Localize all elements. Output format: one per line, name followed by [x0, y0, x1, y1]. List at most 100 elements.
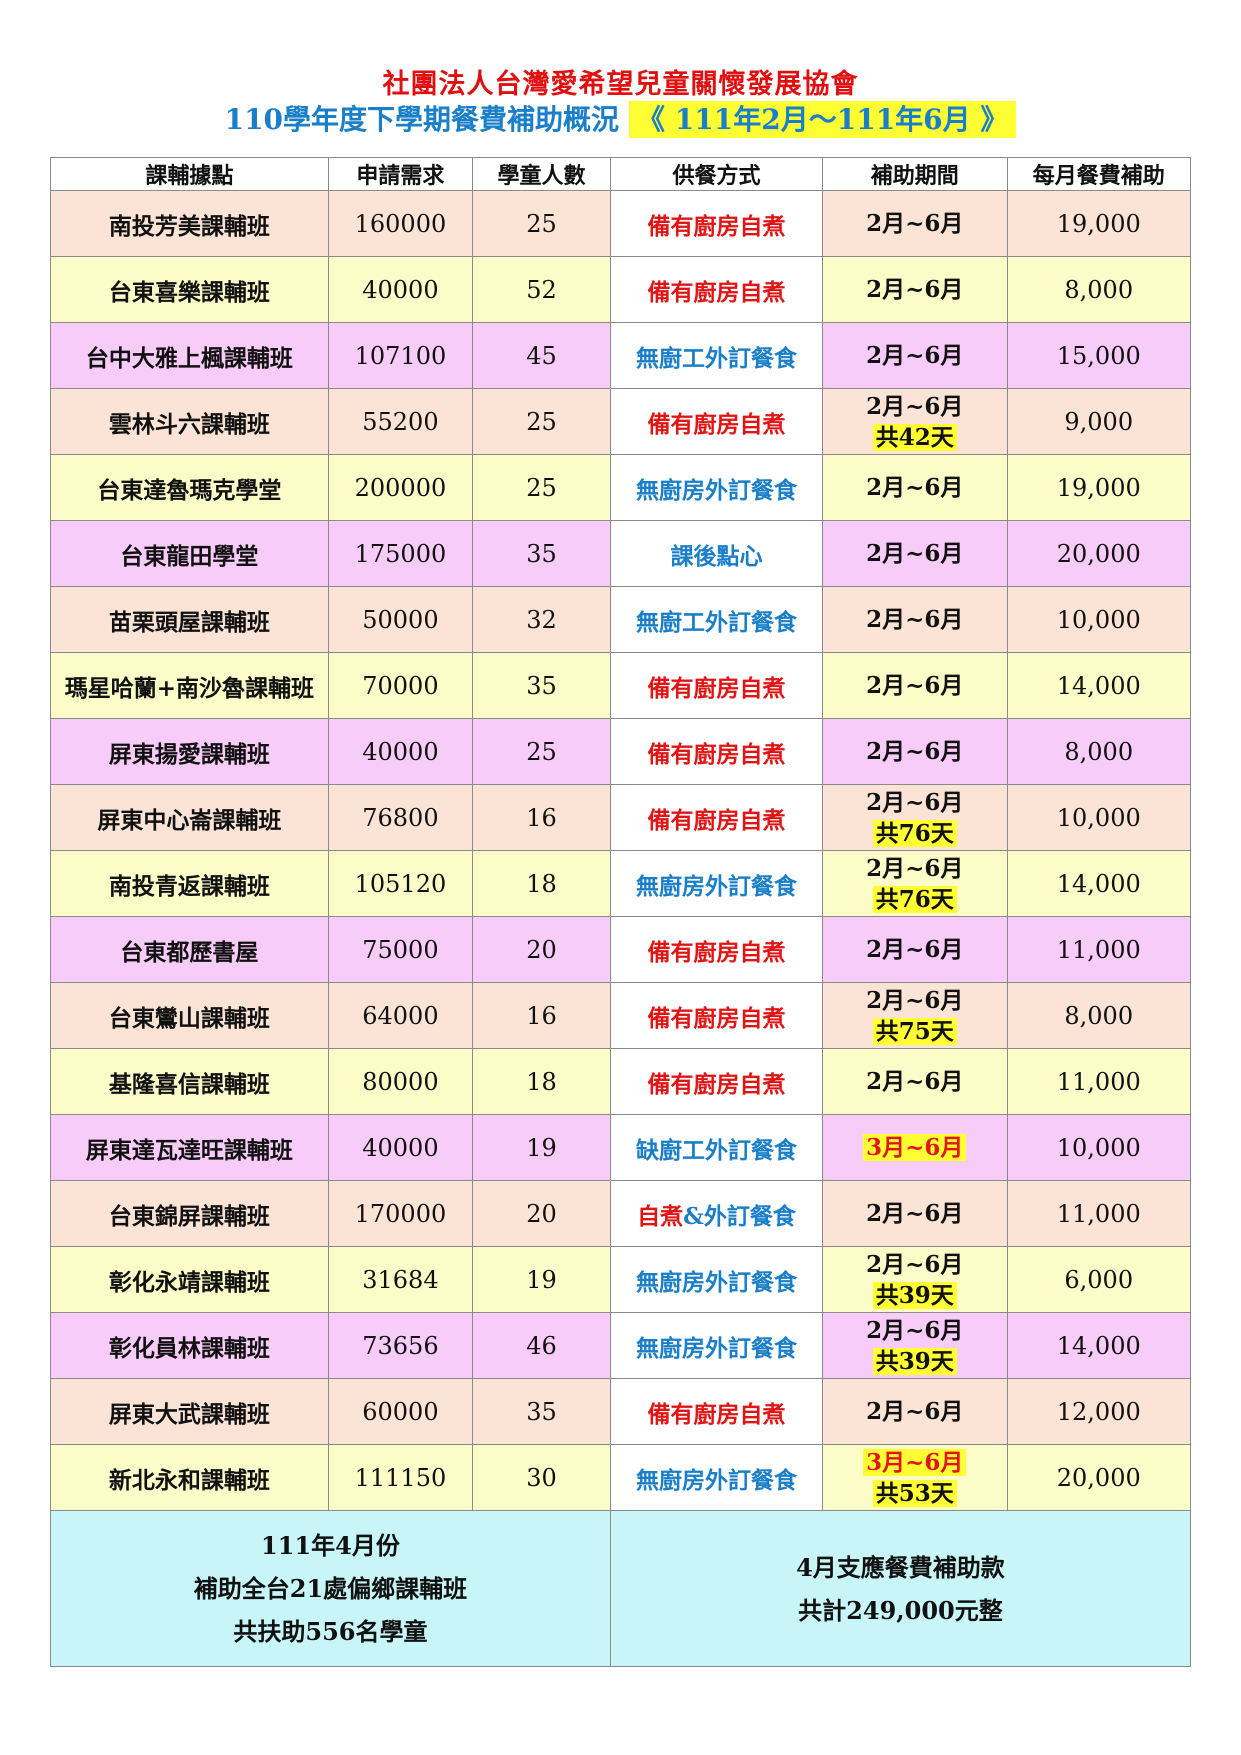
cell-period: 2月~6月	[821, 454, 1008, 521]
cell-meal: 自煮&外訂餐食	[609, 1180, 823, 1247]
table-row: 台東鸞山課輔班 64000 16 備有廚房自煮 2月~6月 共75天 8,000	[50, 982, 1191, 1049]
cell-students: 35	[472, 520, 611, 587]
meal-method: 缺廚工外訂餐食	[635, 1136, 797, 1164]
cell-monthly: 14,000	[1006, 652, 1191, 719]
cell-students: 20	[472, 1180, 611, 1247]
cell-students: 20	[472, 916, 611, 983]
cell-students: 30	[472, 1444, 611, 1511]
cell-site: 台東達魯瑪克學堂	[50, 454, 329, 521]
period-range: 2月~6月	[866, 342, 964, 369]
cell-period: 2月~6月	[821, 1180, 1008, 1247]
period-range: 2月~6月	[866, 738, 964, 765]
period-range: 2月~6月	[866, 936, 964, 963]
meal-part-order: &外訂餐食	[683, 1202, 796, 1230]
cell-period: 2月~6月 共42天	[821, 388, 1008, 455]
table-row: 新北永和課輔班 111150 30 無廚房外訂餐食 3月~6月 共53天 20,000	[50, 1444, 1191, 1511]
cell-meal: 備有廚房自煮	[609, 982, 823, 1049]
cell-period: 2月~6月 共39天	[821, 1312, 1008, 1379]
meal-method: 備有廚房自煮	[647, 212, 786, 240]
cell-students: 16	[472, 784, 611, 851]
summary-row: 111年4月份 補助全台21處偏鄉課輔班 共扶助556名學童 4月支應餐費補助款…	[50, 1510, 1192, 1667]
cell-students: 46	[472, 1312, 611, 1379]
table-row: 基隆喜信課輔班 80000 18 備有廚房自煮 2月~6月 11,000	[50, 1048, 1191, 1115]
cell-request: 55200	[327, 388, 474, 455]
cell-request: 60000	[327, 1378, 474, 1445]
meal-method: 備有廚房自煮	[647, 410, 786, 438]
table-row: 雲林斗六課輔班 55200 25 備有廚房自煮 2月~6月 共42天 9,000	[50, 388, 1191, 455]
cell-monthly: 10,000	[1006, 586, 1191, 653]
col-header-request: 申請需求	[327, 157, 474, 191]
cell-site: 彰化永靖課輔班	[50, 1246, 329, 1313]
cell-request: 107100	[327, 322, 474, 389]
cell-site: 台東都歷書屋	[50, 916, 329, 983]
cell-site: 雲林斗六課輔班	[50, 388, 329, 455]
summary-month: 111年4月份	[261, 1531, 400, 1560]
cell-request: 73656	[327, 1312, 474, 1379]
cell-meal: 無廚房外訂餐食	[609, 1246, 823, 1313]
cell-monthly: 10,000	[1006, 1114, 1191, 1181]
cell-monthly: 9,000	[1006, 388, 1191, 455]
summary-students: 共扶助556名學童	[233, 1617, 428, 1646]
cell-monthly: 8,000	[1006, 256, 1191, 323]
table-row: 屏東大武課輔班 60000 35 備有廚房自煮 2月~6月 12,000	[50, 1378, 1191, 1445]
table-row: 屏東揚愛課輔班 40000 25 備有廚房自煮 2月~6月 8,000	[50, 718, 1191, 785]
cell-request: 170000	[327, 1180, 474, 1247]
cell-students: 19	[472, 1114, 611, 1181]
cell-meal: 無廚房外訂餐食	[609, 850, 823, 917]
cell-request: 111150	[327, 1444, 474, 1511]
cell-period: 3月~6月	[821, 1114, 1008, 1181]
cell-period: 2月~6月	[821, 718, 1008, 785]
cell-request: 76800	[327, 784, 474, 851]
cell-meal: 備有廚房自煮	[609, 718, 823, 785]
meal-method: 備有廚房自煮	[647, 674, 786, 702]
meal-method: 無廚工外訂餐食	[635, 344, 797, 372]
table-row: 屏東達瓦達旺課輔班 40000 19 缺廚工外訂餐食 3月~6月 10,000	[50, 1114, 1191, 1181]
report-title: 110學年度下學期餐費補助概況《 111年2月～111年6月 》	[0, 98, 1241, 138]
cell-site: 南投青返課輔班	[50, 850, 329, 917]
meal-method: 備有廚房自煮	[647, 278, 786, 306]
cell-meal: 備有廚房自煮	[609, 1378, 823, 1445]
meal-method: 無廚房外訂餐食	[635, 1466, 797, 1494]
cell-monthly: 14,000	[1006, 1312, 1191, 1379]
summary-right: 4月支應餐費補助款 共計249,000元整	[609, 1510, 1192, 1667]
meal-method: 課後點心	[670, 542, 763, 570]
meal-method: 備有廚房自煮	[647, 806, 786, 834]
cell-request: 80000	[327, 1048, 474, 1115]
cell-site: 基隆喜信課輔班	[50, 1048, 329, 1115]
col-header-site: 課輔據點	[50, 157, 329, 191]
cell-monthly: 8,000	[1006, 982, 1191, 1049]
table-header-row: 課輔據點 申請需求 學童人數 供餐方式 補助期間 每月餐費補助	[50, 157, 1191, 191]
period-range: 2月~6月	[866, 540, 964, 567]
cell-site: 彰化員林課輔班	[50, 1312, 329, 1379]
cell-students: 45	[472, 322, 611, 389]
period-range: 2月~6月	[866, 1250, 964, 1278]
cell-meal: 備有廚房自煮	[609, 1048, 823, 1115]
cell-period: 2月~6月 共76天	[821, 784, 1008, 851]
cell-monthly: 15,000	[1006, 322, 1191, 389]
cell-meal: 無廚房外訂餐食	[609, 1444, 823, 1511]
cell-period: 2月~6月	[821, 652, 1008, 719]
cell-students: 16	[472, 982, 611, 1049]
cell-monthly: 8,000	[1006, 718, 1191, 785]
cell-monthly: 19,000	[1006, 454, 1191, 521]
cell-request: 70000	[327, 652, 474, 719]
period-range: 2月~6月	[866, 606, 964, 633]
cell-meal: 缺廚工外訂餐食	[609, 1114, 823, 1181]
cell-period: 2月~6月	[821, 520, 1008, 587]
cell-period: 2月~6月	[821, 1048, 1008, 1115]
table-row: 瑪星哈蘭+南沙魯課輔班 70000 35 備有廚房自煮 2月~6月 14,000	[50, 652, 1191, 719]
cell-students: 32	[472, 586, 611, 653]
cell-students: 35	[472, 1378, 611, 1445]
cell-monthly: 20,000	[1006, 520, 1191, 587]
col-header-students: 學童人數	[472, 157, 611, 191]
cell-meal: 備有廚房自煮	[609, 190, 823, 257]
period-range: 2月~6月	[866, 1398, 964, 1425]
cell-request: 160000	[327, 190, 474, 257]
meal-method: 備有廚房自煮	[647, 938, 786, 966]
cell-request: 175000	[327, 520, 474, 587]
cell-site: 屏東達瓦達旺課輔班	[50, 1114, 329, 1181]
table-row: 台東錦屏課輔班 170000 20 自煮&外訂餐食 2月~6月 11,000	[50, 1180, 1191, 1247]
cell-request: 40000	[327, 256, 474, 323]
cell-meal: 備有廚房自煮	[609, 784, 823, 851]
cell-monthly: 11,000	[1006, 1180, 1191, 1247]
